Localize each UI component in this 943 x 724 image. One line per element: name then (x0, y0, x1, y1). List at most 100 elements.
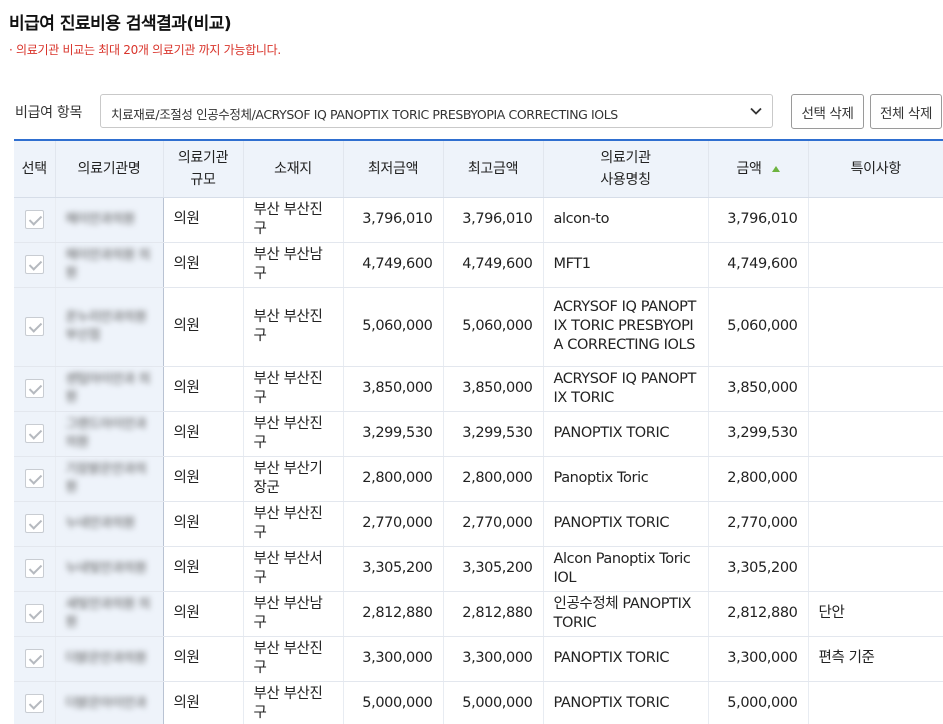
price-cell: 4,749,600 (708, 242, 809, 288)
col-scale: 의료기관 규모 (163, 141, 244, 198)
price-cell: 3,305,200 (708, 546, 809, 592)
table-row: 새빛안과의원 의원 의원 부산 부산남구 2,812,880 2,812,880 인공수정… (14, 591, 943, 637)
hospital-name: 더밝은안과의원 (65, 651, 147, 666)
table-row: 센텀아이안과 의원 의원 부산 부산진구 3,850,000 3,850,000 ACRY… (14, 366, 943, 412)
location-cell: 부산 부산서구 (243, 546, 344, 592)
min-price-cell: 2,812,880 (343, 591, 444, 637)
row-checkbox[interactable] (24, 209, 44, 229)
hospital-name: 헤이안과의원 (65, 212, 136, 227)
product-name-cell: PANOPTIX TORIC (543, 411, 709, 457)
location-cell: 부산 부산진구 (243, 411, 344, 457)
location-cell: 부산 부산진구 (243, 636, 344, 682)
col-product-name: 의료기관 사용명칭 (543, 141, 709, 198)
min-price-cell: 3,300,000 (343, 636, 444, 682)
row-select-cell (14, 242, 56, 288)
col-price[interactable]: 금액 (708, 141, 809, 198)
hospital-name: 센텀아이안과 의원 (65, 371, 151, 405)
row-checkbox[interactable] (24, 603, 44, 623)
note-cell (808, 546, 943, 592)
location-cell: 부산 부산기장군 (243, 456, 344, 502)
row-select-cell (14, 411, 56, 457)
max-price-cell: 3,299,530 (443, 411, 544, 457)
hospital-name: 기장밝은안과의원 (65, 461, 147, 495)
product-name-cell: 인공수정체 PANOPTIX TORIC (543, 591, 709, 637)
row-checkbox[interactable] (24, 558, 44, 578)
hospital-name-cell: 그랜드아이안과의원 (55, 411, 164, 457)
product-name-cell: PANOPTIX TORIC (543, 681, 709, 724)
product-name-cell: PANOPTIX TORIC (543, 501, 709, 547)
table-header-row: 선택 의료기관명 의료기관 규모 소재지 최저금액 최고금액 의료기관 사용명칭 금… (14, 141, 943, 198)
product-name-cell: alcon-to (543, 197, 709, 243)
col-select: 선택 (14, 141, 56, 198)
row-select-cell (14, 197, 56, 243)
row-checkbox[interactable] (24, 513, 44, 533)
min-price-cell: 4,749,600 (343, 242, 444, 288)
row-select-cell (14, 287, 56, 367)
max-price-cell: 5,060,000 (443, 287, 544, 367)
price-cell: 3,850,000 (708, 366, 809, 412)
min-price-cell: 5,000,000 (343, 681, 444, 724)
location-cell: 부산 부산진구 (243, 197, 344, 243)
scale-cell: 의원 (163, 636, 244, 682)
price-cell: 3,299,530 (708, 411, 809, 457)
row-checkbox[interactable] (24, 423, 44, 443)
max-price-cell: 3,850,000 (443, 366, 544, 412)
scale-cell: 의원 (163, 501, 244, 547)
table-row: 기장밝은안과의원 의원 부산 부산기장군 2,800,000 2,800,000 Pano… (14, 456, 943, 502)
table-row: 그랜드아이안과의원 의원 부산 부산진구 3,299,530 3,299,530 PANO… (14, 411, 943, 457)
row-checkbox[interactable] (24, 316, 44, 336)
note-cell (808, 681, 943, 724)
row-select-cell (14, 681, 56, 724)
scale-cell: 의원 (163, 366, 244, 412)
delete-selected-button[interactable]: 선택 삭제 (791, 94, 864, 129)
scale-cell: 의원 (163, 242, 244, 288)
row-checkbox[interactable] (24, 693, 44, 713)
hospital-name-cell: 누네빛안과의원 (55, 546, 164, 592)
note-cell (808, 242, 943, 288)
hospital-name: 그랜드아이안과의원 (65, 416, 147, 450)
item-select[interactable]: 치료재료/조절성 인공수정체/ACRYSOF IQ PANOPTIX TORIC… (100, 94, 773, 128)
scale-cell: 의원 (163, 546, 244, 592)
product-name-cell: PANOPTIX TORIC (543, 636, 709, 682)
row-select-cell (14, 501, 56, 547)
row-select-cell (14, 636, 56, 682)
note-cell (808, 366, 943, 412)
price-cell: 3,300,000 (708, 636, 809, 682)
location-cell: 부산 부산남구 (243, 591, 344, 637)
page-title: 비급여 진료비용 검색결과(비교) (9, 14, 232, 34)
hospital-name: 누네빛안과의원 (65, 561, 147, 576)
product-name-cell: ACRYSOF IQ PANOPTIX TORIC PRESBYOPIA COR… (543, 287, 709, 367)
hospital-name: 헤이안과의원 의원 (65, 247, 151, 281)
sort-ascending-icon[interactable] (771, 165, 780, 172)
hospital-name-cell: 온누리안과의원 부산점 (55, 287, 164, 367)
hospital-name-cell: 헤이안과의원 (55, 197, 164, 243)
product-name-cell: Panoptix Toric (543, 456, 709, 502)
location-cell: 부산 부산진구 (243, 681, 344, 724)
max-price-cell: 2,800,000 (443, 456, 544, 502)
scale-cell: 의원 (163, 287, 244, 367)
note-cell (808, 287, 943, 367)
row-checkbox[interactable] (24, 468, 44, 488)
delete-all-button[interactable]: 전체 삭제 (870, 94, 942, 129)
row-select-cell (14, 546, 56, 592)
scale-cell: 의원 (163, 456, 244, 502)
hospital-name-cell: 더밝은아이안과 (55, 681, 164, 724)
hospital-name-cell: 센텀아이안과 의원 (55, 366, 164, 412)
price-cell: 5,000,000 (708, 681, 809, 724)
scale-cell: 의원 (163, 411, 244, 457)
location-cell: 부산 부산남구 (243, 242, 344, 288)
row-checkbox[interactable] (24, 378, 44, 398)
min-price-cell: 5,060,000 (343, 287, 444, 367)
hospital-name-cell: 헤이안과의원 의원 (55, 242, 164, 288)
comparison-table: 선택 의료기관명 의료기관 규모 소재지 최저금액 최고금액 의료기관 사용명칭 금… (14, 139, 943, 724)
min-price-cell: 2,800,000 (343, 456, 444, 502)
location-cell: 부산 부산진구 (243, 366, 344, 412)
max-price-cell: 2,812,880 (443, 591, 544, 637)
table-row: 더밝은안과의원 의원 부산 부산진구 3,300,000 3,300,000 PANOPT… (14, 636, 943, 682)
price-cell: 2,812,880 (708, 591, 809, 637)
scale-cell: 의원 (163, 591, 244, 637)
row-checkbox[interactable] (24, 648, 44, 668)
max-price-cell: 2,770,000 (443, 501, 544, 547)
row-checkbox[interactable] (24, 254, 44, 274)
max-price-cell: 4,749,600 (443, 242, 544, 288)
